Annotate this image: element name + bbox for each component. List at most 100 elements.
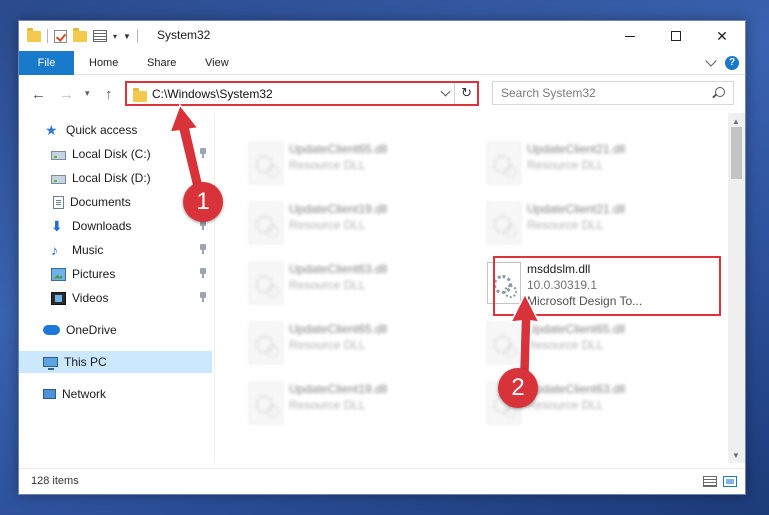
item-count: 128 items [31, 475, 79, 487]
file-tile[interactable]: UpdateClient65.dll Resource DLL [237, 136, 463, 192]
drive-icon [51, 150, 66, 160]
step-badge-1: 1 [183, 182, 223, 222]
chevron-down-icon[interactable]: ▾ [113, 32, 117, 41]
refresh-icon[interactable]: ↻ [461, 85, 472, 101]
file-tile[interactable]: UpdateClient21.dll Resource DLL [475, 136, 701, 192]
file-list: UpdateClient65.dll Resource DLL UpdateCl… [215, 113, 729, 463]
help-icon[interactable]: ? [725, 56, 739, 70]
window-controls: ✕ [607, 21, 745, 51]
step-badge-2: 2 [498, 368, 538, 408]
star-icon: ★ [45, 121, 58, 138]
properties-check-icon[interactable] [54, 29, 67, 43]
recent-locations-chevron-icon[interactable]: ▾ [85, 88, 90, 99]
nav-item-label: Network [62, 387, 107, 401]
pin-icon [200, 244, 206, 254]
chevron-down-icon[interactable] [440, 86, 451, 97]
ribbon-right: ? [705, 55, 739, 70]
close-button[interactable]: ✕ [699, 21, 745, 51]
file-tile[interactable]: UpdateClient19.dll Resource DLL [237, 376, 463, 432]
customize-toolbar-icon[interactable]: ▼ [123, 32, 131, 41]
tab-share[interactable]: Share [147, 51, 176, 75]
file-name: UpdateClient65.dll [289, 142, 388, 156]
dll-file-icon [249, 142, 283, 184]
file-description: Resource DLL [289, 158, 366, 172]
close-icon: ✕ [716, 27, 728, 44]
forward-arrow-icon[interactable]: → [59, 86, 74, 103]
file-tile[interactable]: UpdateClient63.dll Resource DLL [237, 256, 463, 312]
nav-item-pictures[interactable]: Pictures [19, 263, 212, 285]
dll-file-icon [249, 262, 283, 304]
file-description: Resource DLL [527, 398, 604, 412]
maximize-button[interactable] [653, 21, 699, 51]
quick-access-toolbar: ▾ ▼ [27, 27, 138, 45]
file-description: Resource DLL [527, 158, 604, 172]
window-title: System32 [157, 28, 211, 42]
nav-item-this-pc[interactable]: This PC [19, 351, 212, 373]
file-description: Resource DLL [289, 398, 366, 412]
pin-icon [200, 292, 206, 302]
dll-file-icon [487, 142, 521, 184]
properties-icon[interactable] [93, 30, 107, 42]
file-name: UpdateClient21.dll [527, 202, 626, 216]
back-arrow-icon[interactable]: ← [31, 86, 46, 103]
nav-item-label: This PC [64, 355, 107, 369]
nav-item-label: Downloads [72, 219, 132, 233]
large-icons-view-icon[interactable] [723, 476, 737, 487]
file-name: UpdateClient19.dll [289, 202, 388, 216]
nav-item-music[interactable]: ♪ Music [19, 239, 212, 261]
nav-item-onedrive[interactable]: OneDrive [19, 319, 212, 341]
file-name: UpdateClient19.dll [289, 382, 388, 396]
nav-item-label: Documents [70, 195, 131, 209]
nav-item-label: Local Disk (D:) [72, 171, 151, 185]
search-box[interactable] [492, 81, 734, 105]
file-name: UpdateClient63.dll [289, 262, 388, 276]
dll-file-icon [249, 382, 283, 424]
new-folder-icon[interactable] [73, 27, 87, 42]
vertical-scrollbar[interactable]: ▲ ▼ [728, 113, 745, 463]
file-description: Resource DLL [289, 338, 366, 352]
drive-icon [51, 174, 66, 184]
nav-item-network[interactable]: Network [19, 383, 212, 405]
file-tile[interactable]: UpdateClient21.dll Resource DLL [475, 196, 701, 252]
network-icon [43, 389, 56, 399]
minimize-button[interactable] [607, 21, 653, 51]
documents-icon [53, 195, 64, 209]
file-tile[interactable]: UpdateClient19.dll Resource DLL [237, 196, 463, 252]
file-name: UpdateClient65.dll [289, 322, 388, 336]
address-path[interactable]: C:\Windows\System32 [152, 87, 273, 101]
details-view-icon[interactable] [703, 476, 717, 487]
separator [136, 29, 138, 43]
nav-item-videos[interactable]: Videos [19, 287, 212, 309]
explorer-window: ▾ ▼ System32 ✕ File Home Share View ? ← … [18, 20, 746, 495]
downloads-icon: ⬇ [51, 217, 63, 234]
dll-file-icon [487, 202, 521, 244]
scroll-down-icon[interactable]: ▼ [732, 451, 740, 460]
nav-item-label: Music [72, 243, 104, 257]
nav-item-downloads[interactable]: ⬇ Downloads [19, 215, 212, 237]
music-icon: ♪ [51, 241, 58, 258]
dll-file-icon [249, 322, 283, 364]
address-row: ← → ▾ ↑ C:\Windows\System32 ↻ [19, 75, 745, 113]
pictures-icon [51, 267, 66, 281]
title-bar: ▾ ▼ System32 ✕ [19, 21, 745, 51]
nav-item-label: Videos [72, 291, 109, 305]
file-description: Resource DLL [289, 218, 366, 232]
tab-view[interactable]: View [205, 51, 229, 75]
search-icon[interactable] [715, 87, 725, 97]
up-arrow-icon[interactable]: ↑ [105, 86, 113, 103]
search-input[interactable] [501, 86, 701, 100]
dll-file-icon [249, 202, 283, 244]
this-pc-icon [43, 357, 58, 370]
file-tile[interactable]: UpdateClient65.dll Resource DLL [237, 316, 463, 372]
scrollbar-thumb[interactable] [731, 127, 742, 179]
pin-icon [200, 268, 206, 278]
file-name: UpdateClient21.dll [527, 142, 626, 156]
file-description: Resource DLL [289, 278, 366, 292]
tab-home[interactable]: Home [89, 51, 118, 75]
videos-icon [51, 291, 66, 305]
status-bar: 128 items [19, 468, 745, 494]
expand-ribbon-icon[interactable] [705, 55, 717, 67]
nav-item-label: OneDrive [66, 323, 117, 337]
onedrive-icon [43, 325, 60, 335]
scroll-up-icon[interactable]: ▲ [732, 117, 740, 126]
